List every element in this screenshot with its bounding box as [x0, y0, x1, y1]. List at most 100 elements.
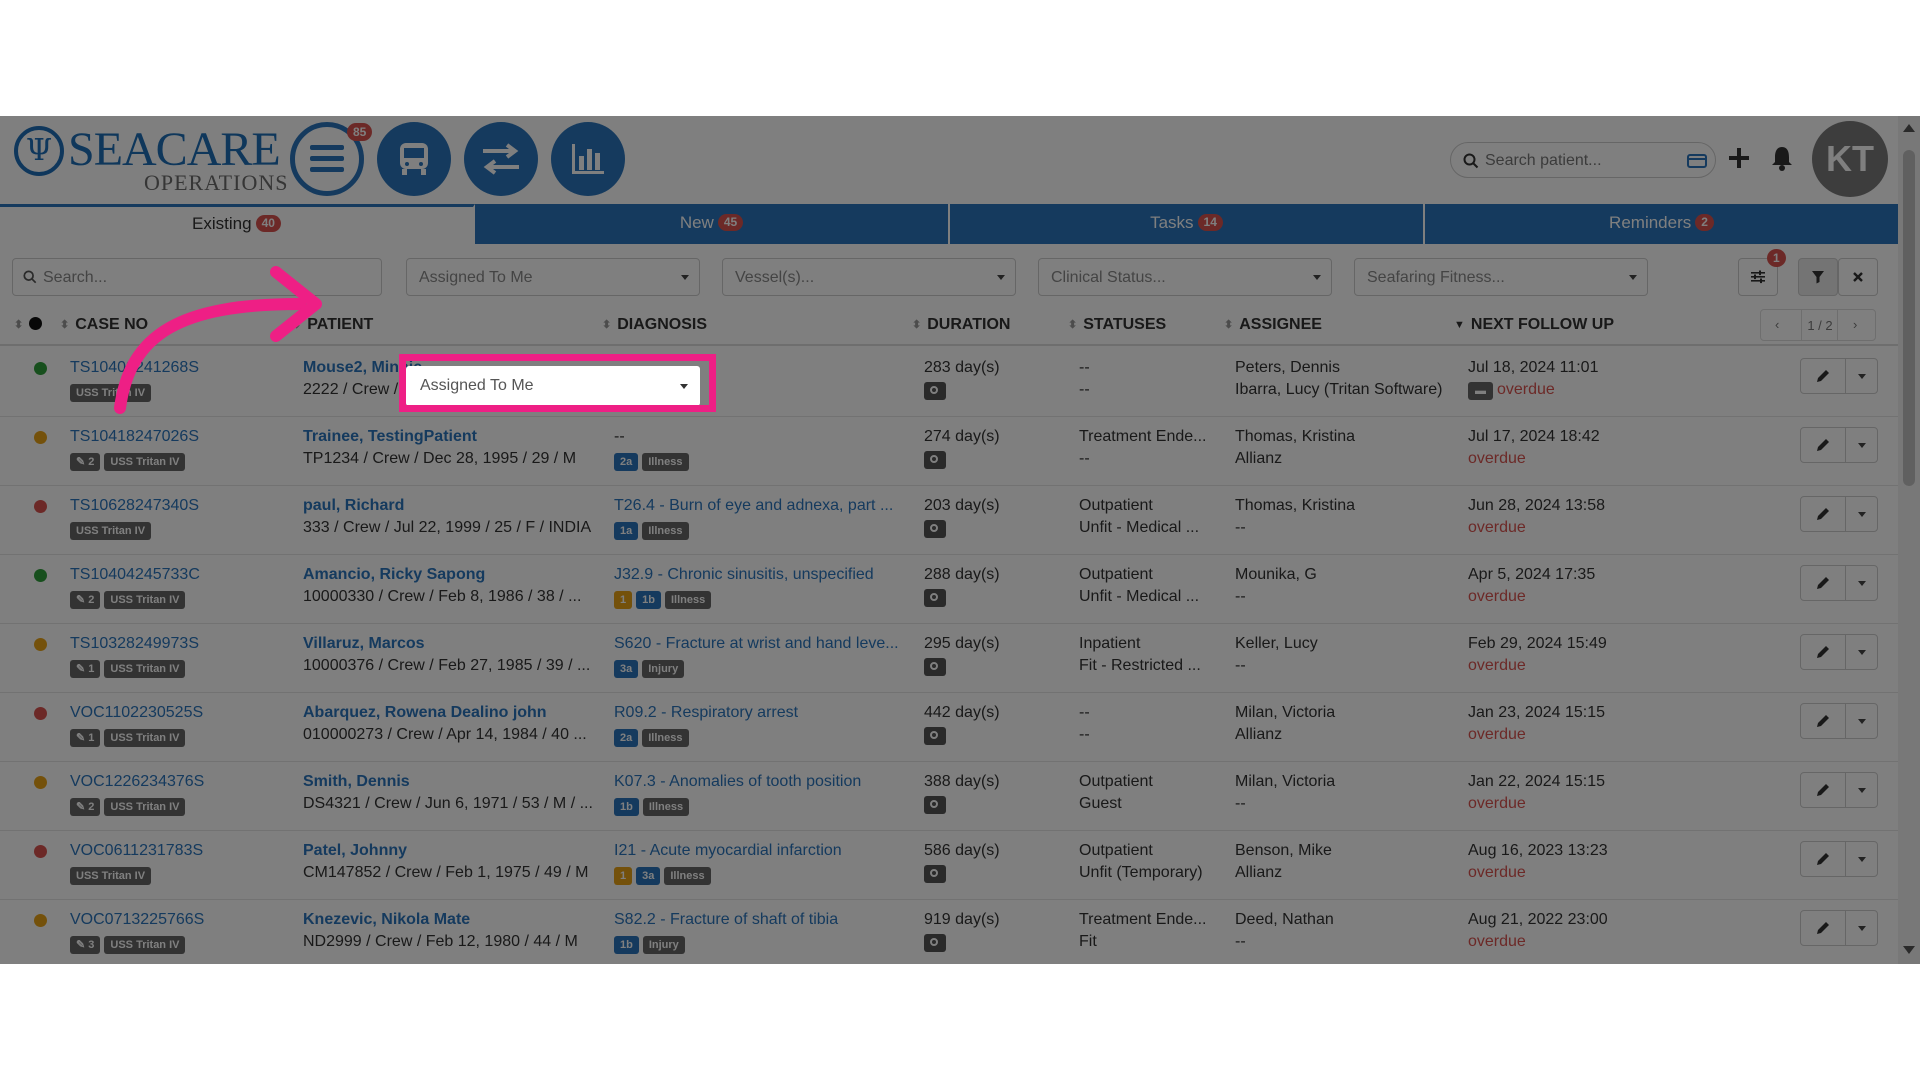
- row-menu-dropdown-icon[interactable]: [1858, 926, 1866, 931]
- table-row[interactable]: VOC1226234376S ✎ 2 USS Tritan IV Smith, D…: [0, 762, 1898, 831]
- column-statuses[interactable]: ⬍ STATUSES: [1068, 316, 1166, 334]
- seacare-logo[interactable]: Ψ SEACARE OPERATIONS: [14, 124, 287, 195]
- prev-page-icon[interactable]: ‹: [1775, 317, 1779, 332]
- scroll-thumb[interactable]: [1903, 150, 1915, 486]
- diagnosis-link[interactable]: K07.3 - Anomalies of tooth position: [614, 772, 906, 792]
- user-avatar[interactable]: KT: [1812, 121, 1888, 197]
- edit-button[interactable]: [1815, 506, 1831, 527]
- edit-button[interactable]: [1815, 713, 1831, 734]
- edit-button[interactable]: [1815, 368, 1831, 389]
- assignment-select-value: Assigned To Me: [419, 269, 533, 286]
- row-menu-dropdown-icon[interactable]: [1858, 857, 1866, 862]
- patient-name-link[interactable]: Patel, Johnny: [303, 841, 593, 861]
- sort-status-button[interactable]: ⬍: [14, 316, 43, 334]
- attachment-count: 1: [88, 663, 95, 675]
- edit-button[interactable]: [1815, 920, 1831, 941]
- duration: 586 day(s): [924, 842, 1000, 859]
- vessel-select[interactable]: Vessel(s)...: [722, 258, 1016, 296]
- diagnosis-tag: Illness: [642, 453, 689, 471]
- case-number-link[interactable]: VOC1226234376S: [70, 772, 270, 792]
- comment-icon[interactable]: ▬: [1468, 382, 1493, 400]
- case-number-link[interactable]: TS10328249973S: [70, 634, 270, 654]
- diagnosis-link[interactable]: T26.4 - Burn of eye and adnexa, part ...: [614, 496, 906, 516]
- notifications-button[interactable]: [1765, 138, 1799, 178]
- patient-search-input[interactable]: Search patient...: [1450, 142, 1716, 178]
- column-assignee[interactable]: ⬍ ASSIGNEE: [1224, 316, 1322, 334]
- table-row[interactable]: VOC0611231783S USS Tritan IV Patel, John…: [0, 831, 1898, 900]
- transport-button[interactable]: [377, 122, 451, 196]
- column-duration[interactable]: ⬍ DURATION: [912, 316, 1010, 334]
- action-divider: [1845, 773, 1846, 807]
- row-menu-dropdown-icon[interactable]: [1858, 581, 1866, 586]
- row-menu-dropdown-icon[interactable]: [1858, 512, 1866, 517]
- diagnosis-link[interactable]: I21 - Acute myocardial infarction: [614, 841, 906, 861]
- edit-button[interactable]: [1815, 851, 1831, 872]
- trident-icon: Ψ: [14, 126, 64, 176]
- edit-button[interactable]: [1815, 782, 1831, 803]
- edit-button[interactable]: [1815, 644, 1831, 665]
- clinical-status-select[interactable]: Clinical Status...: [1038, 258, 1332, 296]
- filter-button[interactable]: [1798, 258, 1838, 296]
- table-row[interactable]: VOC1102230525S ✎ 1 USS Tritan IV Abarquez…: [0, 693, 1898, 762]
- clinical-status: --: [1079, 704, 1090, 721]
- column-settings-button[interactable]: 1: [1738, 249, 1786, 296]
- diagnosis-tag: 1b: [636, 591, 661, 609]
- fitness-status: Fit: [1079, 933, 1097, 950]
- patient-name-link[interactable]: Knezevic, Nikola Mate: [303, 910, 593, 930]
- row-menu-dropdown-icon[interactable]: [1858, 443, 1866, 448]
- table-row[interactable]: TS10418247026S ✎ 2 USS Tritan IV Trainee,…: [0, 417, 1898, 486]
- case-number-link[interactable]: VOC0611231783S: [70, 841, 270, 861]
- patient-name-link[interactable]: Amancio, Ricky Sapong: [303, 565, 593, 585]
- attachment-icon: ✎: [76, 801, 86, 813]
- row-menu-dropdown-icon[interactable]: [1858, 650, 1866, 655]
- clear-filters-button[interactable]: [1838, 258, 1878, 296]
- case-number-link[interactable]: VOC0713225766S: [70, 910, 270, 930]
- diagnosis-link[interactable]: S82.2 - Fracture of shaft of tibia: [614, 910, 906, 930]
- table-row[interactable]: VOC0713225766S ✎ 3 USS Tritan IV Knezevic…: [0, 900, 1898, 964]
- assignee-primary: Thomas, Kristina: [1235, 428, 1356, 445]
- scroll-down-icon[interactable]: [1903, 946, 1915, 954]
- diagnosis-link[interactable]: S620 - Fracture at wrist and hand leve..…: [614, 634, 906, 654]
- patient-name-link[interactable]: Trainee, TestingPatient: [303, 427, 593, 447]
- diagnosis-link[interactable]: J32.9 - Chronic sinusitis, unspecified: [614, 565, 906, 585]
- status-dot: [34, 776, 47, 789]
- reports-button[interactable]: [551, 122, 625, 196]
- patient-name-link[interactable]: paul, Richard: [303, 496, 593, 516]
- menu-button[interactable]: 85: [290, 122, 373, 196]
- add-button[interactable]: [1722, 138, 1756, 178]
- vertical-scrollbar[interactable]: [1898, 116, 1920, 964]
- case-number-link[interactable]: TS10404245733C: [70, 565, 270, 585]
- table-row[interactable]: TS10404245733C ✎ 2 USS Tritan IV Amancio,…: [0, 555, 1898, 624]
- row-menu-dropdown-icon[interactable]: [1858, 788, 1866, 793]
- case-number-link[interactable]: TS10418247026S: [70, 427, 270, 447]
- tab-tasks[interactable]: Tasks 14: [950, 204, 1425, 244]
- row-menu-dropdown-icon[interactable]: [1858, 719, 1866, 724]
- duration-clock: [924, 934, 964, 958]
- app-frame: Ψ SEACARE OPERATIONS 85 Search patient..…: [0, 116, 1920, 964]
- pencil-icon: [1817, 577, 1829, 589]
- patient-name-link[interactable]: Villaruz, Marcos: [303, 634, 593, 654]
- transfer-button[interactable]: [464, 122, 538, 196]
- case-number-link[interactable]: TS10628247340S: [70, 496, 270, 516]
- patient-name-link[interactable]: Smith, Dennis: [303, 772, 593, 792]
- patient-name-link[interactable]: Abarquez, Rowena Dealino john: [303, 703, 593, 723]
- assignee-primary: Milan, Victoria: [1235, 704, 1336, 721]
- edit-button[interactable]: [1815, 437, 1831, 458]
- diagnosis-link[interactable]: R09.2 - Respiratory arrest: [614, 703, 906, 723]
- case-number-link[interactable]: VOC1102230525S: [70, 703, 270, 723]
- id-card-icon[interactable]: [1687, 153, 1707, 169]
- seafaring-fitness-select[interactable]: Seafaring Fitness...: [1354, 258, 1648, 296]
- edit-button[interactable]: [1815, 575, 1831, 596]
- column-diagnosis[interactable]: ⬍ DIAGNOSIS: [602, 316, 707, 334]
- table-row[interactable]: TS10628247340S USS Tritan IV paul, Richa…: [0, 486, 1898, 555]
- scroll-up-icon[interactable]: [1903, 124, 1915, 132]
- follow-up-status: overdue: [1468, 794, 1668, 814]
- table-row[interactable]: TS10328249973S ✎ 1 USS Tritan IV Villaruz…: [0, 624, 1898, 693]
- row-menu-dropdown-icon[interactable]: [1858, 374, 1866, 379]
- tab-new[interactable]: New 45: [475, 204, 950, 244]
- assignee-primary: Mounika, G: [1235, 566, 1317, 583]
- column-next-follow-up[interactable]: ▼ NEXT FOLLOW UP: [1454, 316, 1614, 334]
- tab-reminders[interactable]: Reminders 2: [1425, 204, 1898, 244]
- assignment-select[interactable]: Assigned To Me: [406, 258, 700, 296]
- next-page-icon[interactable]: ›: [1853, 317, 1857, 332]
